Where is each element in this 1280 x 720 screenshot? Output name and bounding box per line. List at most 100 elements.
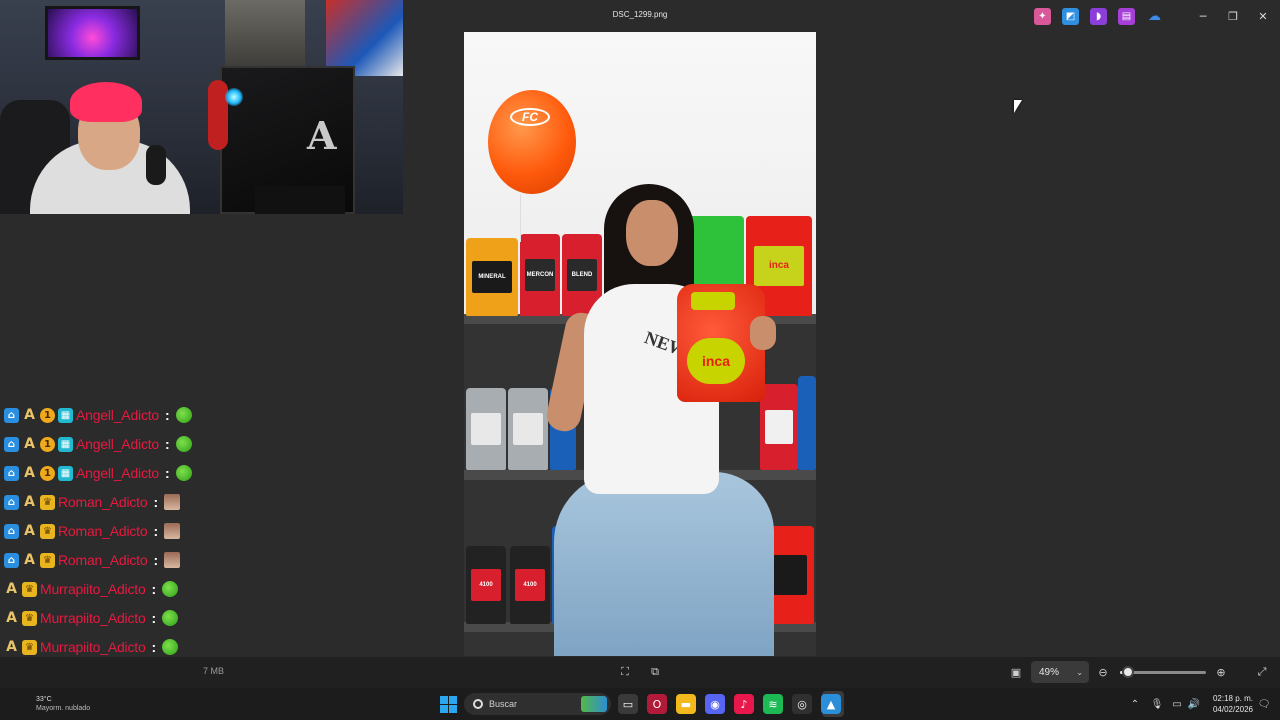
jug-top-label [691, 292, 735, 310]
chat-separator: : [151, 581, 157, 597]
taskbar-search[interactable]: Buscar [464, 693, 611, 715]
microphone-icon[interactable]: 🎙 [1150, 697, 1164, 711]
zoom-level-select[interactable]: 49% ⌄ [1031, 661, 1089, 683]
photo-person-jeans [554, 472, 774, 656]
adicto-badge-icon: A [24, 552, 35, 568]
zoom-slider[interactable] [1120, 666, 1206, 678]
photos-edit-icon[interactable]: ◩ [1062, 8, 1079, 25]
chat-message: A ♛Murrapiito_Adicto: [4, 637, 179, 657]
green-emote-icon [175, 407, 192, 423]
mouse-cursor [1014, 100, 1022, 113]
gold-coin-badge-icon: 1 [40, 436, 55, 452]
chat-separator: : [165, 407, 170, 423]
photo-bottle: MERCON [520, 234, 560, 316]
clipchamp-icon[interactable]: ◗ [1090, 8, 1107, 25]
displayed-photo[interactable]: MINERAL MERCON BLEND inca 4100 4100 FC N… [464, 32, 816, 656]
opera-gx-icon[interactable]: O [647, 694, 667, 714]
zoom-out-icon[interactable]: ⊖ [1096, 665, 1110, 679]
windows-taskbar: 33°C Mayorm. nublado Buscar ▭ O ▬ ◉ ♪ ≋ ◎ ▲ ⌃ 🎙… [0, 688, 1280, 720]
webcam-tv [45, 6, 140, 60]
webcam-red-object [208, 80, 228, 150]
chat-username[interactable]: Roman_Adicto [58, 523, 148, 539]
tiktok-icon[interactable]: ♪ [734, 694, 754, 714]
gold-coin-badge-icon: 1 [40, 407, 55, 423]
minimize-button[interactable]: ─ [1188, 6, 1218, 26]
volume-icon[interactable]: 🔊 [1187, 697, 1201, 711]
chat-message: ⌂ A 1 ▦ Angell_Adicto: [4, 434, 192, 454]
chat-username[interactable]: Angell_Adicto [76, 436, 159, 452]
search-highlight-image [581, 696, 607, 712]
close-button[interactable]: ✕ [1248, 6, 1278, 26]
restore-button[interactable]: ❐ [1218, 6, 1248, 26]
webcam-poster [326, 0, 403, 76]
chat-username[interactable]: Murrapiito_Adicto [40, 581, 146, 597]
actual-size-icon[interactable]: ▣ [1009, 665, 1023, 679]
webcam-pc-logo: A [307, 113, 337, 158]
weather-description[interactable]: Mayorm. nublado [36, 705, 90, 712]
staff-badge-icon: ⌂ [4, 465, 19, 481]
adicto-badge-icon: A [6, 610, 17, 626]
network-icon[interactable]: ▭ [1170, 697, 1184, 711]
balloon-string [520, 194, 521, 242]
adicto-badge-icon: A [24, 436, 35, 452]
taskbar-clock[interactable]: 02:18 p. m. 04/02/2026 [1203, 693, 1253, 715]
photo-bottle [798, 376, 816, 470]
windows-start-icon[interactable] [440, 696, 457, 713]
weather-temperature[interactable]: 33°C [36, 696, 52, 703]
chat-message: ⌂ A ♛ Roman_Adicto: [4, 492, 181, 512]
green-emote-icon [162, 581, 179, 597]
viewer-bottom-toolbar: 7 MB ⛶ ⧉ ▣ 49% ⌄ ⊖ ⊕ ⤢ [0, 657, 1280, 688]
teal-badge-icon: ▦ [58, 407, 73, 423]
photo-bottle [760, 384, 798, 470]
subscriber-crown-icon: ♛ [22, 610, 37, 626]
face-emote-icon [164, 523, 181, 539]
adicto-badge-icon: A [24, 523, 35, 539]
fit-to-window-icon[interactable]: ⛶ [618, 665, 632, 679]
photo-bottle: 4100 [510, 546, 550, 624]
onedrive-cloud-icon[interactable]: ☁ [1146, 8, 1163, 25]
clock-time: 02:18 p. m. [1212, 694, 1253, 703]
photos-icon[interactable]: ▲ [821, 694, 841, 714]
jug-brand-label: inca [687, 338, 745, 384]
adicto-badge-icon: A [6, 639, 17, 655]
chat-username[interactable]: Murrapiito_Adicto [40, 610, 146, 626]
staff-badge-icon: ⌂ [4, 523, 19, 539]
adicto-badge-icon: A [24, 494, 35, 510]
zoom-in-icon[interactable]: ⊕ [1214, 665, 1228, 679]
fullscreen-icon[interactable]: ⤢ [1255, 665, 1269, 679]
crop-icon[interactable]: ⧉ [648, 665, 662, 679]
zoom-slider-thumb[interactable] [1121, 666, 1134, 678]
chrome-icon[interactable]: ◎ [792, 694, 812, 714]
zoom-level-value: 49% [1039, 666, 1060, 678]
staff-badge-icon: ⌂ [4, 436, 19, 452]
chat-separator: : [153, 552, 159, 568]
chat-username[interactable]: Roman_Adicto [58, 552, 148, 568]
face-emote-icon [164, 552, 181, 568]
chat-separator: : [151, 639, 157, 655]
webcam-keyboard [255, 186, 345, 214]
photo-viewer-app: DSC_1299.png ✦ ◩ ◗ ▤ ☁ ─ ❐ ✕ A MINERAL M… [0, 0, 1280, 720]
photo-person-face [626, 200, 678, 266]
file-explorer-icon[interactable]: ▬ [676, 694, 696, 714]
taskview-icon[interactable]: ▭ [618, 694, 638, 714]
clock-date: 04/02/2026 [1212, 705, 1253, 714]
notification-icon[interactable]: 🗨 [1257, 697, 1271, 711]
show-hidden-icons-icon[interactable]: ⌃ [1128, 697, 1142, 711]
staff-badge-icon: ⌂ [4, 552, 19, 568]
spotify-icon[interactable]: ≋ [763, 694, 783, 714]
chat-username[interactable]: Angell_Adicto [76, 465, 159, 481]
chat-separator: : [151, 610, 157, 626]
staff-badge-icon: ⌂ [4, 494, 19, 510]
designer-icon[interactable]: ▤ [1118, 8, 1135, 25]
chat-username[interactable]: Roman_Adicto [58, 494, 148, 510]
copilot-icon[interactable]: ✦ [1034, 8, 1051, 25]
photo-bottle [508, 388, 548, 470]
adicto-badge-icon: A [6, 581, 17, 597]
chat-username[interactable]: Angell_Adicto [76, 407, 159, 423]
chat-username[interactable]: Murrapiito_Adicto [40, 639, 146, 655]
adicto-badge-icon: A [24, 407, 35, 423]
green-emote-icon [175, 465, 192, 481]
webcam-person-hair [70, 82, 142, 122]
discord-icon[interactable]: ◉ [705, 694, 725, 714]
green-emote-icon [162, 610, 179, 626]
